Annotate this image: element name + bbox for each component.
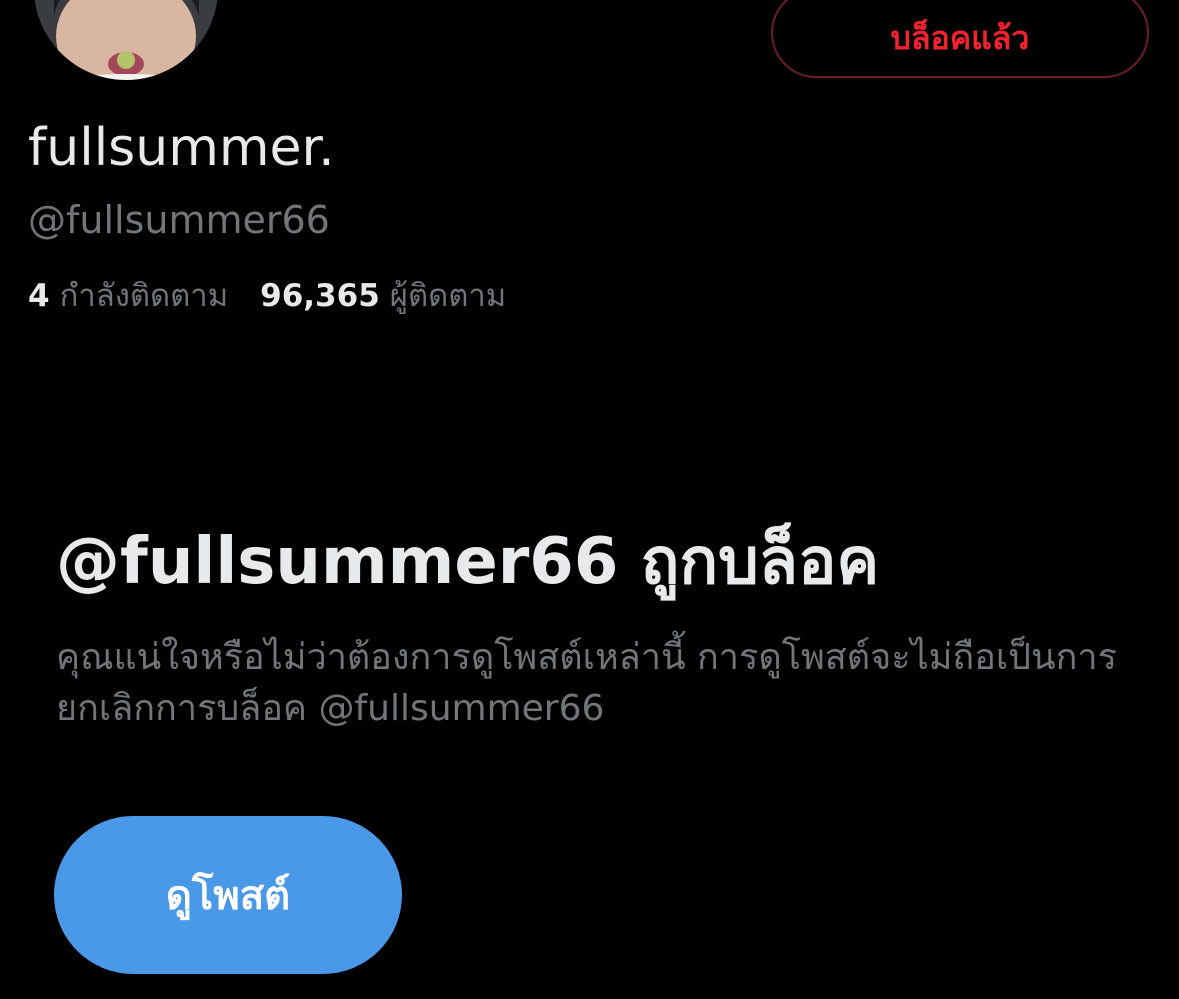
followers-stat[interactable]: 96,365 ผู้ติดตาม (260, 270, 506, 320)
profile-stats: 4 กำลังติดตาม 96,365 ผู้ติดตาม (28, 270, 506, 320)
followers-label: ผู้ติดตาม (389, 278, 507, 314)
blocked-button[interactable]: บล็อคแล้ว (771, 0, 1149, 78)
avatar[interactable] (28, 0, 224, 86)
followers-count: 96,365 (260, 278, 380, 314)
profile-photo (34, 0, 218, 80)
view-posts-button[interactable]: ดูโพสต์ (54, 816, 402, 974)
following-count: 4 (28, 278, 50, 314)
blocked-notice-title: @fullsummer66 ถูกบล็อค (56, 525, 880, 599)
blocked-notice-description: คุณแน่ใจหรือไม่ว่าต้องการดูโพสต์เหล่านี้… (56, 637, 1117, 729)
following-stat[interactable]: 4 กำลังติดตาม (28, 270, 228, 320)
user-handle: @fullsummer66 (28, 198, 330, 242)
profile-page: บล็อคแล้ว fullsummer. @fullsummer66 4 กำ… (0, 0, 1179, 999)
following-label: กำลังติดตาม (59, 278, 229, 314)
display-name: fullsummer. (28, 118, 335, 178)
